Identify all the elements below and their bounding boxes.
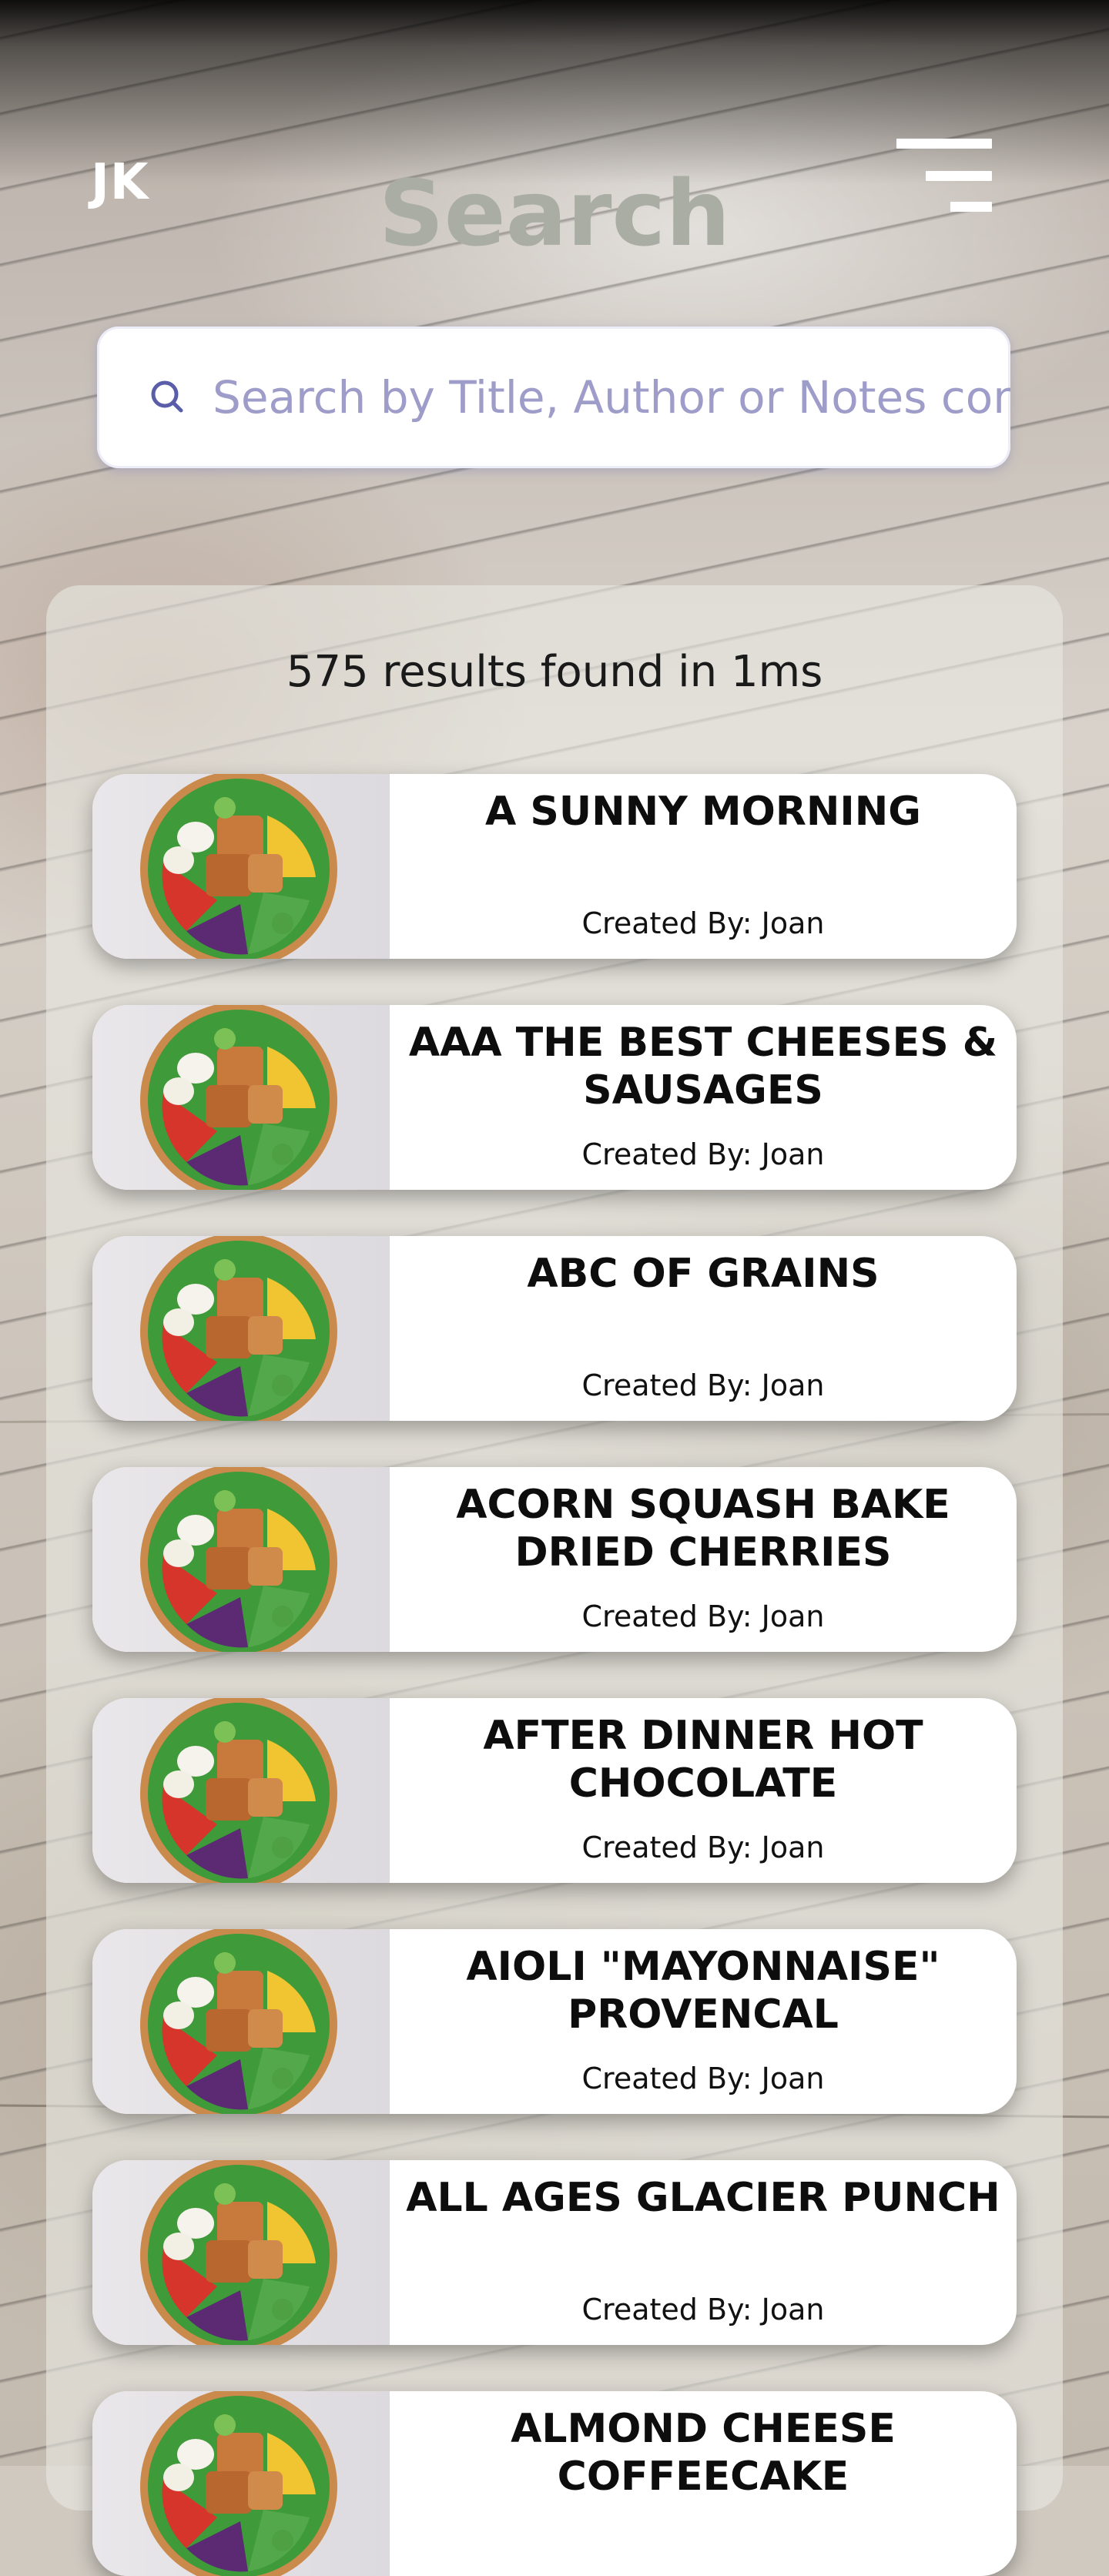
recipe-author: Created By: Joan	[581, 2293, 825, 2326]
recipe-title: AFTER DINNER HOT CHOCOLATE	[483, 1713, 923, 1807]
salad-bowl-image	[140, 1698, 337, 1883]
recipe-title: ALMOND CHEESE COFFEECAKE	[511, 2406, 896, 2500]
recipe-title: AAA THE BEST CHEESES & SAUSAGES	[408, 1020, 998, 1114]
salad-bowl-image	[140, 1236, 337, 1421]
recipe-author: Created By: Joan	[581, 1137, 825, 1171]
recipe-title: ACORN SQUASH BAKE DRIED CHERRIES	[456, 1482, 950, 1576]
results-count: 575 results found in 1ms	[286, 647, 823, 697]
recipe-thumbnail	[92, 1698, 390, 1883]
recipe-thumbnail	[92, 1467, 390, 1652]
search-input[interactable]	[213, 327, 1010, 468]
recipe-card[interactable]: ALL AGES GLACIER PUNCH Created By: Joan	[92, 2160, 1017, 2345]
recipe-thumbnail	[92, 774, 390, 959]
search-icon	[151, 380, 183, 413]
recipe-author: Created By: Joan	[581, 906, 825, 940]
page-title: Search	[378, 160, 731, 266]
recipe-thumbnail	[92, 2391, 390, 2576]
salad-bowl-image	[140, 2160, 337, 2345]
recipe-thumbnail	[92, 2160, 390, 2345]
recipe-title: ALL AGES GLACIER PUNCH	[406, 2175, 1000, 2221]
recipe-card[interactable]: AAA THE BEST CHEESES & SAUSAGES Created …	[92, 1005, 1017, 1190]
recipe-author: Created By: Joan	[581, 1600, 825, 1633]
recipe-title: AIOLI "MAYONNAISE" PROVENCAL	[466, 1944, 940, 2038]
search-bar[interactable]	[97, 327, 1010, 468]
recipe-author: Created By: Joan	[581, 1831, 825, 1864]
recipe-card[interactable]: ALMOND CHEESE COFFEECAKE	[92, 2391, 1017, 2576]
salad-bowl-image	[140, 1005, 337, 1190]
recipe-card[interactable]: AIOLI "MAYONNAISE" PROVENCAL Created By:…	[92, 1929, 1017, 2114]
salad-bowl-image	[140, 1467, 337, 1652]
recipe-card[interactable]: AFTER DINNER HOT CHOCOLATE Created By: J…	[92, 1698, 1017, 1883]
recipe-card[interactable]: ACORN SQUASH BAKE DRIED CHERRIES Created…	[92, 1467, 1017, 1652]
recipe-card[interactable]: ABC OF GRAINS Created By: Joan	[92, 1236, 1017, 1421]
recipe-author: Created By: Joan	[581, 2062, 825, 2095]
recipe-card[interactable]: A SUNNY MORNING Created By: Joan	[92, 774, 1017, 959]
recipe-thumbnail	[92, 1236, 390, 1421]
salad-bowl-image	[140, 774, 337, 959]
recipe-title: A SUNNY MORNING	[485, 789, 921, 835]
recipe-thumbnail	[92, 1005, 390, 1190]
recipe-author: Created By: Joan	[581, 1368, 825, 1402]
salad-bowl-image	[140, 2391, 337, 2576]
recipe-thumbnail	[92, 1929, 390, 2114]
recipe-title: ABC OF GRAINS	[527, 1251, 879, 1297]
salad-bowl-image	[140, 1929, 337, 2114]
